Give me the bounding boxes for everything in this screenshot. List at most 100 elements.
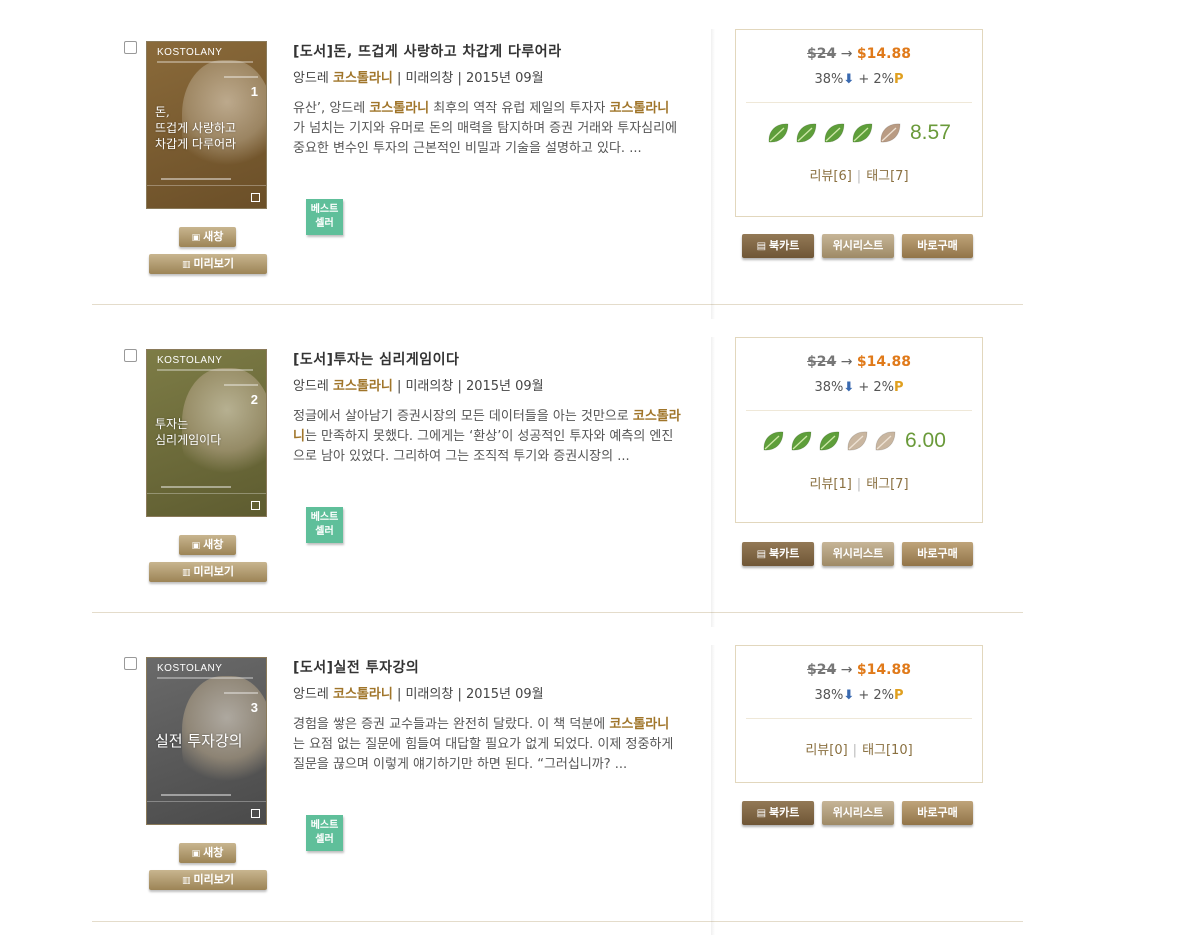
book-meta: 앙드레 코스톨라니 | 미래의창 | 2015년 09월 xyxy=(293,375,544,394)
buy-now-button[interactable]: 바로구매 xyxy=(902,801,973,825)
badge-line2: 셀러 xyxy=(315,526,334,537)
down-arrow-icon: ⬇ xyxy=(843,380,855,395)
book-icon: ▥ xyxy=(182,568,191,578)
cart-icon: ▤ xyxy=(756,241,767,252)
tag-link[interactable]: 태그[7] xyxy=(866,169,908,184)
review-tag-separator: | xyxy=(856,477,862,492)
cart-button[interactable]: ▤ 북카트 xyxy=(742,801,814,825)
review-link[interactable]: 리뷰[6] xyxy=(809,169,851,184)
cover-footline xyxy=(161,794,231,796)
cover-volume-rule xyxy=(224,384,258,386)
badge-line1: 베스트 xyxy=(310,820,339,831)
new-window-label: 새창 xyxy=(203,538,224,551)
book-title[interactable]: [도서]투자는 심리게임이다 xyxy=(293,349,459,369)
desc-text: 는 만족하지 못했다. 그에게는 ‘환상’이 성공적인 투자와 예측의 엔진으로… xyxy=(293,429,674,464)
cover-volume-rule xyxy=(224,692,258,694)
select-checkbox[interactable] xyxy=(124,349,137,362)
window-icon: ▣ xyxy=(191,233,201,243)
author-link[interactable]: 코스톨라니 xyxy=(333,379,393,394)
window-icon: ▣ xyxy=(191,849,201,859)
review-tag-line: 리뷰[0] | 태그[10] xyxy=(736,719,982,772)
author-prefix: 앙드레 xyxy=(293,379,334,394)
preview-label: 미리보기 xyxy=(193,257,234,270)
cart-button[interactable]: ▤ 북카트 xyxy=(742,234,814,258)
wishlist-button[interactable]: 위시리스트 xyxy=(822,234,894,258)
column-divider xyxy=(711,645,715,935)
tag-link[interactable]: 태그[7] xyxy=(866,477,908,492)
cover-footline xyxy=(161,178,231,180)
select-checkbox[interactable] xyxy=(124,657,137,670)
book-cover[interactable]: KOSTOLANY 2 투자는 심리게임이다 xyxy=(147,350,266,516)
desc-text: 는 요점 없는 질문에 힘들여 대답할 필요가 없게 되었다. 이제 정중하게 … xyxy=(293,737,674,772)
rating-leaf-icon xyxy=(845,429,869,453)
buy-now-button[interactable]: 바로구매 xyxy=(902,234,973,258)
book-description: 유산’, 앙드레 코스톨라니 최후의 역작 유럽 제일의 투자자 코스톨라니가 … xyxy=(293,99,681,159)
author-link[interactable]: 코스톨라니 xyxy=(333,687,393,702)
buy-now-label: 바로구매 xyxy=(917,806,958,819)
author-link[interactable]: 코스톨라니 xyxy=(333,71,393,86)
rating-block: 8.57 xyxy=(736,115,982,165)
down-arrow-icon: ⬇ xyxy=(843,688,855,703)
review-tag-separator: | xyxy=(852,743,858,758)
price-arrow: → xyxy=(840,46,853,62)
wishlist-button[interactable]: 위시리스트 xyxy=(822,801,894,825)
discount-line: 38%⬇ + 2%P xyxy=(736,72,982,87)
book-row: KOSTOLANY 1 돈, 뜨겁게 사랑하고 차갑게 다루어라 ▣ 새창 ▥ 미리… xyxy=(92,29,1023,319)
review-link[interactable]: 리뷰[1] xyxy=(809,477,851,492)
preview-button[interactable]: ▥ 미리보기 xyxy=(149,562,267,582)
point-icon: P xyxy=(894,380,904,395)
buy-now-button[interactable]: 바로구매 xyxy=(902,542,973,566)
buy-now-label: 바로구매 xyxy=(917,547,958,560)
discount-rate: 38% xyxy=(814,72,844,87)
book-row: KOSTOLANY 3 실전 투자강의 ▣ 새창 ▥ 미리보기 [도서]실전 투자강… xyxy=(92,645,1023,935)
new-window-button[interactable]: ▣ 새창 xyxy=(179,535,236,555)
sale-price: $14.88 xyxy=(856,354,911,370)
price-line: $24 → $14.88 xyxy=(736,662,982,678)
cover-title: 실전 투자강의 xyxy=(155,732,243,750)
book-meta: 앙드레 코스톨라니 | 미래의창 | 2015년 09월 xyxy=(293,67,544,86)
point-text: + 2% xyxy=(854,72,895,87)
publisher-logo xyxy=(251,501,260,510)
point-icon: P xyxy=(894,72,904,87)
preview-button[interactable]: ▥ 미리보기 xyxy=(149,870,267,890)
tag-link[interactable]: 태그[10] xyxy=(862,743,913,758)
book-cover[interactable]: KOSTOLANY 1 돈, 뜨겁게 사랑하고 차갑게 다루어라 xyxy=(147,42,266,208)
review-tag-line: 리뷰[6] | 태그[7] xyxy=(736,165,982,198)
desc-text: 최후의 역작 유럽 제일의 투자자 xyxy=(429,101,610,116)
new-window-button[interactable]: ▣ 새창 xyxy=(179,227,236,247)
cart-label: 북카트 xyxy=(769,547,800,560)
cart-button[interactable]: ▤ 북카트 xyxy=(742,542,814,566)
sale-price: $14.88 xyxy=(856,46,911,62)
point-text: + 2% xyxy=(854,380,895,395)
rating-block: 6.00 xyxy=(736,423,982,473)
price-arrow: → xyxy=(840,354,853,370)
new-window-button[interactable]: ▣ 새창 xyxy=(179,843,236,863)
book-cover[interactable]: KOSTOLANY 3 실전 투자강의 xyxy=(147,658,266,824)
badge-line1: 베스트 xyxy=(310,512,339,523)
publisher-date: | 미래의창 | 2015년 09월 xyxy=(392,379,544,394)
rating-leaf-icon xyxy=(789,429,813,453)
author-prefix: 앙드레 xyxy=(293,687,334,702)
original-price: $24 xyxy=(807,46,837,62)
wishlist-button[interactable]: 위시리스트 xyxy=(822,542,894,566)
preview-button[interactable]: ▥ 미리보기 xyxy=(149,254,267,274)
rating-leaf-icon xyxy=(878,121,902,145)
review-tag-line: 리뷰[1] | 태그[7] xyxy=(736,473,982,506)
cover-brand: KOSTOLANY xyxy=(157,355,223,366)
rating-leaf-icon xyxy=(761,429,785,453)
cover-bottomline xyxy=(147,801,266,802)
select-checkbox[interactable] xyxy=(124,41,137,54)
publisher-logo xyxy=(251,193,260,202)
book-row: KOSTOLANY 2 투자는 심리게임이다 ▣ 새창 ▥ 미리보기 [도서]투자는… xyxy=(92,337,1023,627)
book-description: 정글에서 살아남기 증권시장의 모든 데이터들을 아는 것만으로 코스톨라니는 … xyxy=(293,407,681,467)
column-divider xyxy=(711,29,715,319)
badge-line2: 셀러 xyxy=(315,218,334,229)
book-title[interactable]: [도서]실전 투자강의 xyxy=(293,657,419,677)
rating-leaf-icon xyxy=(822,121,846,145)
preview-label: 미리보기 xyxy=(193,873,234,886)
review-link[interactable]: 리뷰[0] xyxy=(805,743,847,758)
window-icon: ▣ xyxy=(191,541,201,551)
new-window-label: 새창 xyxy=(203,846,224,859)
book-title[interactable]: [도서]돈, 뜨겁게 사랑하고 차갑게 다루어라 xyxy=(293,41,562,61)
author-prefix: 앙드레 xyxy=(293,71,334,86)
